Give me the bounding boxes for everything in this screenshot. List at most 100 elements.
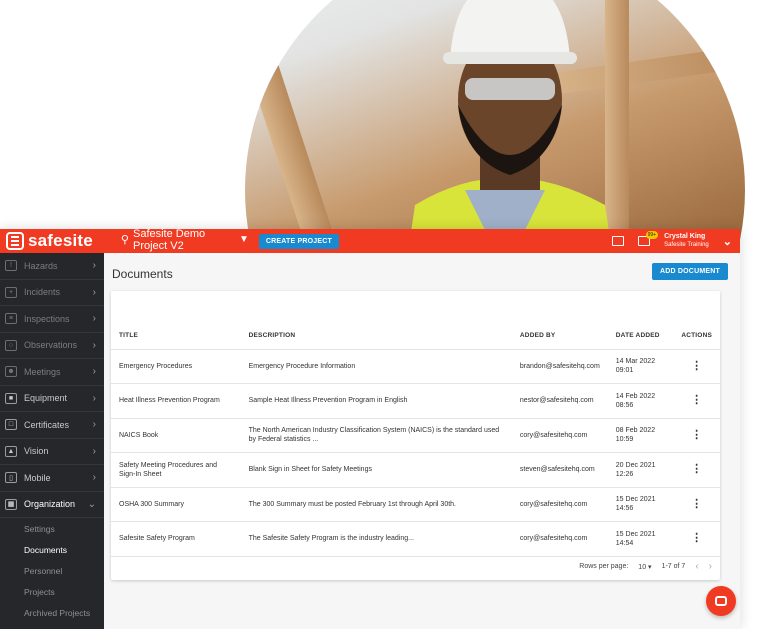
sidebar-subitem-personnel[interactable]: Personnel [0, 560, 104, 581]
time: 14:54 [615, 539, 634, 547]
sidebar-item-organization[interactable]: ▦ Organization ⌄ [0, 492, 104, 518]
sidebar-subitem-archived-projects[interactable]: Archived Projects [0, 602, 104, 623]
table-row[interactable]: Safesite Safety Program The Safesite Saf… [111, 521, 720, 557]
cell-title: Emergency Procedures [111, 349, 241, 384]
column-header-date-added[interactable]: DATE ADDED [607, 291, 674, 350]
page-range: 1-7 of 7 [661, 563, 686, 570]
sidebar-item-incidents[interactable]: + Incidents › [0, 280, 104, 306]
book-icon[interactable] [612, 236, 625, 246]
sidebar-item-certificates[interactable]: □ Certificates › [0, 412, 104, 439]
sidebar: ! Hazards › + Incidents › ≡ Inspections … [0, 253, 104, 629]
column-header-description[interactable]: DESCRIPTION [240, 291, 512, 350]
table-row[interactable]: OSHA 300 Summary The 300 Summary must be… [111, 487, 720, 522]
table-row[interactable]: Heat Illness Prevention Program Sample H… [111, 383, 720, 419]
more-actions-icon[interactable]: ⋮ [673, 418, 720, 453]
date: 14 Feb 2022 [615, 392, 656, 400]
cell-added-by: steven@safesitehq.com [511, 452, 608, 488]
cell-title: NAICS Book [111, 418, 241, 453]
sidebar-subitem-projects[interactable]: Projects [0, 581, 104, 602]
chevron-right-icon: › [92, 445, 96, 457]
add-document-button[interactable]: ADD DOCUMENT [652, 263, 728, 280]
sidebar-item-label: Incidents [24, 287, 61, 298]
cell-title: Heat Illness Prevention Program [111, 383, 241, 419]
cell-date-added: 20 Dec 2021 12:26 [607, 452, 674, 488]
notification-badge: 99+ [645, 231, 659, 239]
chevron-down-icon: ⌄ [87, 498, 96, 510]
project-name: Safesite Demo Project V2 [132, 227, 206, 252]
cell-description: Blank Sign in Sheet for Safety Meetings [240, 452, 512, 488]
project-selector[interactable]: ⚲ Safesite Demo Project V2 ▼ [120, 227, 249, 255]
sidebar-item-meetings[interactable]: ☻ Meetings › [0, 359, 104, 386]
sidebar-subitem-documents[interactable]: Documents [0, 539, 104, 560]
time: 08:56 [615, 401, 634, 409]
table-row[interactable]: Emergency Procedures Emergency Procedure… [111, 349, 720, 384]
people-icon: ☻ [5, 366, 17, 378]
drill-icon: ■ [5, 392, 17, 404]
chevron-left-icon[interactable]: ‹ [695, 561, 698, 572]
sidebar-item-label: Observations [24, 340, 78, 351]
date: 20 Dec 2021 [615, 461, 656, 469]
time: 10:59 [615, 436, 634, 444]
more-actions-icon[interactable]: ⋮ [673, 383, 720, 419]
sidebar-item-observations[interactable]: ○ Observations › [0, 333, 104, 359]
column-header-actions: ACTIONS [673, 291, 720, 350]
time: 09:01 [615, 367, 634, 375]
more-actions-icon[interactable]: ⋮ [673, 487, 720, 522]
cell-date-added: 15 Dec 2021 14:56 [607, 487, 674, 522]
cell-title: OSHA 300 Summary [111, 487, 241, 522]
cell-date-added: 14 Mar 2022 09:01 [607, 349, 674, 384]
column-header-added-by[interactable]: ADDED BY [511, 291, 608, 350]
time: 14:56 [615, 505, 634, 513]
sidebar-item-inspections[interactable]: ≡ Inspections › [0, 306, 104, 333]
sidebar-item-hazards[interactable]: ! Hazards › [0, 253, 104, 280]
building-icon: ▦ [5, 498, 17, 510]
create-project-button[interactable]: CREATE PROJECT [258, 233, 339, 249]
more-actions-icon[interactable]: ⋮ [673, 349, 720, 384]
safesite-logo[interactable]: safesite [6, 231, 93, 251]
table-row[interactable]: Safety Meeting Procedures and Sign-In Sh… [111, 452, 720, 488]
chat-launcher-button[interactable] [706, 586, 736, 616]
sidebar-item-mobile[interactable]: ▯ Mobile › [0, 465, 104, 492]
cell-added-by: brandon@safesitehq.com [511, 349, 608, 384]
cell-title: Safety Meeting Procedures and Sign-In Sh… [111, 452, 241, 488]
sidebar-item-label: Equipment [24, 393, 68, 404]
sidebar-item-label: Vision [24, 446, 49, 457]
user-name: Crystal King [664, 233, 706, 240]
app-window: safesite ⚲ Safesite Demo Project V2 ▼ CR… [0, 227, 740, 629]
sidebar-item-label: Organization [24, 499, 76, 510]
documents-table-card: TITLE DESCRIPTION ADDED BY DATE ADDED AC… [111, 291, 720, 580]
column-header-title[interactable]: TITLE [111, 291, 241, 350]
mail-icon[interactable]: 99+ [638, 231, 659, 246]
rows-per-page-select[interactable]: 10 ▾ [638, 563, 651, 571]
sidebar-item-equipment[interactable]: ■ Equipment › [0, 386, 104, 412]
top-right-controls: 99+ Crystal King Safesite Training ⌄ [612, 231, 732, 249]
marketing-stage: safesite ⚲ Safesite Demo Project V2 ▼ CR… [0, 0, 768, 629]
page-title: Documents [112, 267, 173, 281]
cell-added-by: cory@safesitehq.com [511, 487, 608, 522]
more-actions-icon[interactable]: ⋮ [673, 521, 720, 557]
cell-title: Safesite Safety Program [111, 521, 241, 557]
more-actions-icon[interactable]: ⋮ [673, 452, 720, 488]
sidebar-item-vision[interactable]: ▲ Vision › [0, 439, 104, 465]
sidebar-item-label: Meetings [24, 366, 61, 377]
pagination: Rows per page: 10 ▾ 1-7 of 7 ‹ › [579, 561, 712, 572]
chevron-down-icon[interactable]: ⌄ [723, 235, 732, 248]
user-menu[interactable]: Crystal King Safesite Training [664, 233, 709, 249]
warning-icon: ! [5, 260, 17, 272]
checklist-icon: ≡ [5, 313, 17, 325]
chevron-right-icon: › [92, 419, 96, 431]
search-icon: ○ [5, 339, 17, 351]
chevron-right-icon: › [92, 339, 96, 351]
chevron-right-icon[interactable]: › [709, 561, 712, 572]
user-org: Safesite Training [664, 242, 709, 248]
caret-down-icon: ▾ [648, 563, 652, 571]
sidebar-subitem-settings[interactable]: Settings [0, 518, 104, 539]
cell-added-by: cory@safesitehq.com [511, 418, 608, 453]
cell-description: The North American Industry Classificati… [240, 418, 512, 453]
chat-icon [715, 596, 727, 606]
cell-description: The Safesite Safety Program is the indus… [240, 521, 512, 557]
cell-description: The 300 Summary must be posted February … [240, 487, 512, 522]
table-row[interactable]: NAICS Book The North American Industry C… [111, 418, 720, 453]
chevron-right-icon: › [92, 286, 96, 298]
chevron-right-icon: › [92, 313, 96, 325]
